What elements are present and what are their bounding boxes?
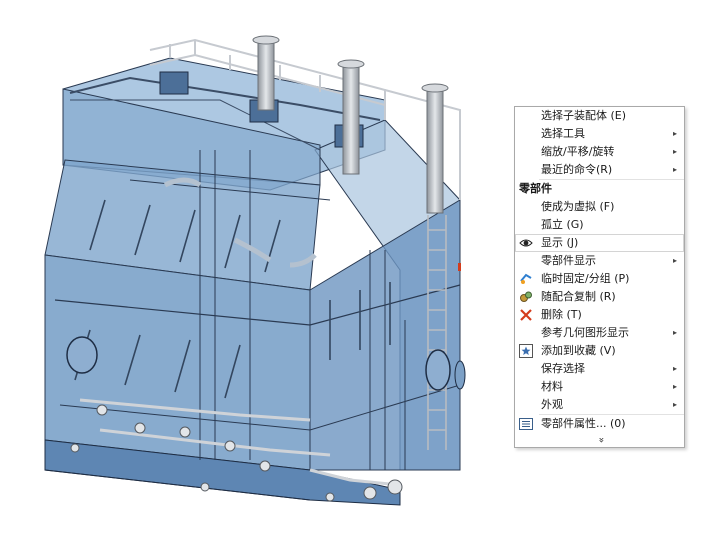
menu-item-11[interactable]: 删除 (T) (515, 306, 684, 324)
submenu-arrow-icon: ▸ (672, 129, 677, 138)
submenu-arrow-icon: ▸ (672, 382, 677, 391)
menu-item-label: 零部件属性... (0) (541, 417, 626, 430)
menu-item-label: 缩放/平移/旋转 (541, 145, 615, 158)
menu-item-label: 零部件显示 (541, 254, 596, 267)
menu-item-label: 选择子装配体 (E) (541, 109, 627, 122)
menu-item-9[interactable]: 临时固定/分组 (P) (515, 270, 684, 288)
menu-item-label: 孤立 (G) (541, 218, 584, 231)
menu-item-label: 零部件 (519, 182, 552, 195)
tank-assembly-model[interactable] (44, 35, 466, 506)
menu-item-6[interactable]: 孤立 (G) (515, 216, 684, 234)
eye-icon (519, 236, 533, 250)
menu-section-header: 零部件 (515, 180, 684, 198)
submenu-arrow-icon: ▸ (672, 256, 677, 265)
delete-x-icon (519, 308, 533, 322)
fix-group-icon (519, 272, 533, 286)
menu-item-label: 显示 (J) (541, 236, 579, 249)
menu-item-label: 临时固定/分组 (P) (541, 272, 630, 285)
submenu-arrow-icon: ▸ (672, 364, 677, 373)
menu-item-12[interactable]: 参考几何图形显示 ▸ (515, 324, 684, 342)
menu-item-3[interactable]: 最近的命令(R) ▸ (515, 161, 684, 179)
menu-item-label: 材料 (541, 380, 563, 393)
menu-item-label: 选择工具 (541, 127, 585, 140)
more-items-chevron-icon[interactable]: » (593, 356, 607, 525)
menu-item-7[interactable]: 显示 (J) (515, 234, 684, 252)
context-menu: 选择子装配体 (E) 选择工具 ▸ 缩放/平移/旋转 ▸ 最近的命令(R) ▸ 零部件使成为虚… (514, 106, 685, 448)
menu-item-5[interactable]: 使成为虚拟 (F) (515, 198, 684, 216)
menu-item-label: 最近的命令(R) (541, 163, 613, 176)
submenu-arrow-icon: ▸ (672, 165, 677, 174)
favorite-star-icon (519, 344, 533, 358)
menu-item-label: 使成为虚拟 (F) (541, 200, 615, 213)
menu-item-label: 保存选择 (541, 362, 585, 375)
menu-item-10[interactable]: 随配合复制 (R) (515, 288, 684, 306)
menu-item-1[interactable]: 选择工具 ▸ (515, 125, 684, 143)
menu-item-label: 外观 (541, 398, 563, 411)
menu-item-label: 删除 (T) (541, 308, 582, 321)
submenu-arrow-icon: ▸ (672, 328, 677, 337)
submenu-arrow-icon: ▸ (672, 400, 677, 409)
properties-icon (519, 417, 533, 431)
menu-item-label: 参考几何图形显示 (541, 326, 629, 339)
menu-item-8[interactable]: 零部件显示 ▸ (515, 252, 684, 270)
menu-item-0[interactable]: 选择子装配体 (E) (515, 107, 684, 125)
menu-item-2[interactable]: 缩放/平移/旋转 ▸ (515, 143, 684, 161)
menu-item-label: 随配合复制 (R) (541, 290, 616, 303)
copy-with-mates-icon (519, 290, 533, 304)
submenu-arrow-icon: ▸ (672, 147, 677, 156)
